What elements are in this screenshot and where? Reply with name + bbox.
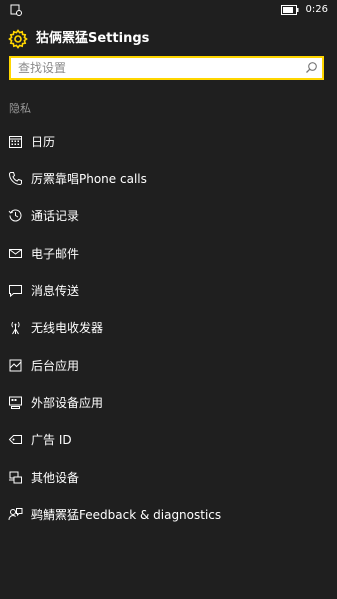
- menu-item-device-apps[interactable]: 外部设备应用: [0, 385, 337, 421]
- menu-item-advertising-id[interactable]: 广告 ID: [0, 422, 337, 458]
- message-icon: [9, 285, 22, 298]
- menu-item-label: 通话记录: [31, 209, 80, 223]
- tag-icon: [8, 435, 22, 444]
- header: 狜俩罴猛Settings: [0, 26, 337, 52]
- menu-item-label: 鹀鯖罴猛Feedback & diagnostics: [31, 508, 222, 522]
- menu-item-label: 其他设备: [31, 471, 80, 485]
- menu-item-label: 电子邮件: [31, 247, 80, 261]
- devices-icon: [9, 471, 22, 484]
- menu-item-radios[interactable]: 无线电收发器: [0, 310, 337, 346]
- menu-item-label: 日历: [31, 135, 56, 149]
- calendar-icon: [9, 136, 22, 148]
- device-apps-icon: [9, 396, 22, 409]
- history-icon: [8, 209, 22, 222]
- menu-item-phone-calls[interactable]: 厉罴靠唱Phone calls: [0, 161, 337, 197]
- menu-item-call-history[interactable]: 通话记录: [0, 198, 337, 234]
- battery-icon: [281, 5, 299, 15]
- background-apps-icon: [9, 359, 22, 372]
- menu-item-email[interactable]: 电子邮件: [0, 236, 337, 272]
- menu-item-label: 外部设备应用: [31, 396, 104, 410]
- status-time: 0:26: [305, 4, 328, 15]
- page-title: 狜俩罴猛Settings: [36, 31, 150, 46]
- menu-item-label: 无线电收发器: [31, 321, 104, 335]
- antenna-icon: [11, 321, 20, 335]
- menu-item-other-devices[interactable]: 其他设备: [0, 460, 337, 496]
- menu-item-messaging[interactable]: 消息传送: [0, 273, 337, 309]
- menu-item-feedback-diagnostics[interactable]: 鹀鯖罴猛Feedback & diagnostics: [0, 497, 337, 533]
- notification-icon: [10, 4, 22, 16]
- menu-item-label: 消息传送: [31, 284, 80, 298]
- menu-item-background-apps[interactable]: 后台应用: [0, 348, 337, 384]
- search-input[interactable]: [11, 58, 301, 78]
- search-icon[interactable]: [305, 61, 318, 74]
- menu-item-label: 厉罴靠唱Phone calls: [31, 172, 147, 186]
- mail-icon: [9, 249, 22, 258]
- search-box[interactable]: [9, 56, 324, 80]
- menu-item-label: 广告 ID: [31, 433, 72, 447]
- section-header: 隐私: [9, 102, 31, 115]
- gear-icon: [8, 29, 28, 49]
- phone-icon: [8, 172, 22, 186]
- status-bar: 0:26: [0, 0, 337, 20]
- feedback-icon: [8, 508, 23, 521]
- menu-item-calendar[interactable]: 日历: [0, 124, 337, 160]
- menu-item-label: 后台应用: [31, 359, 80, 373]
